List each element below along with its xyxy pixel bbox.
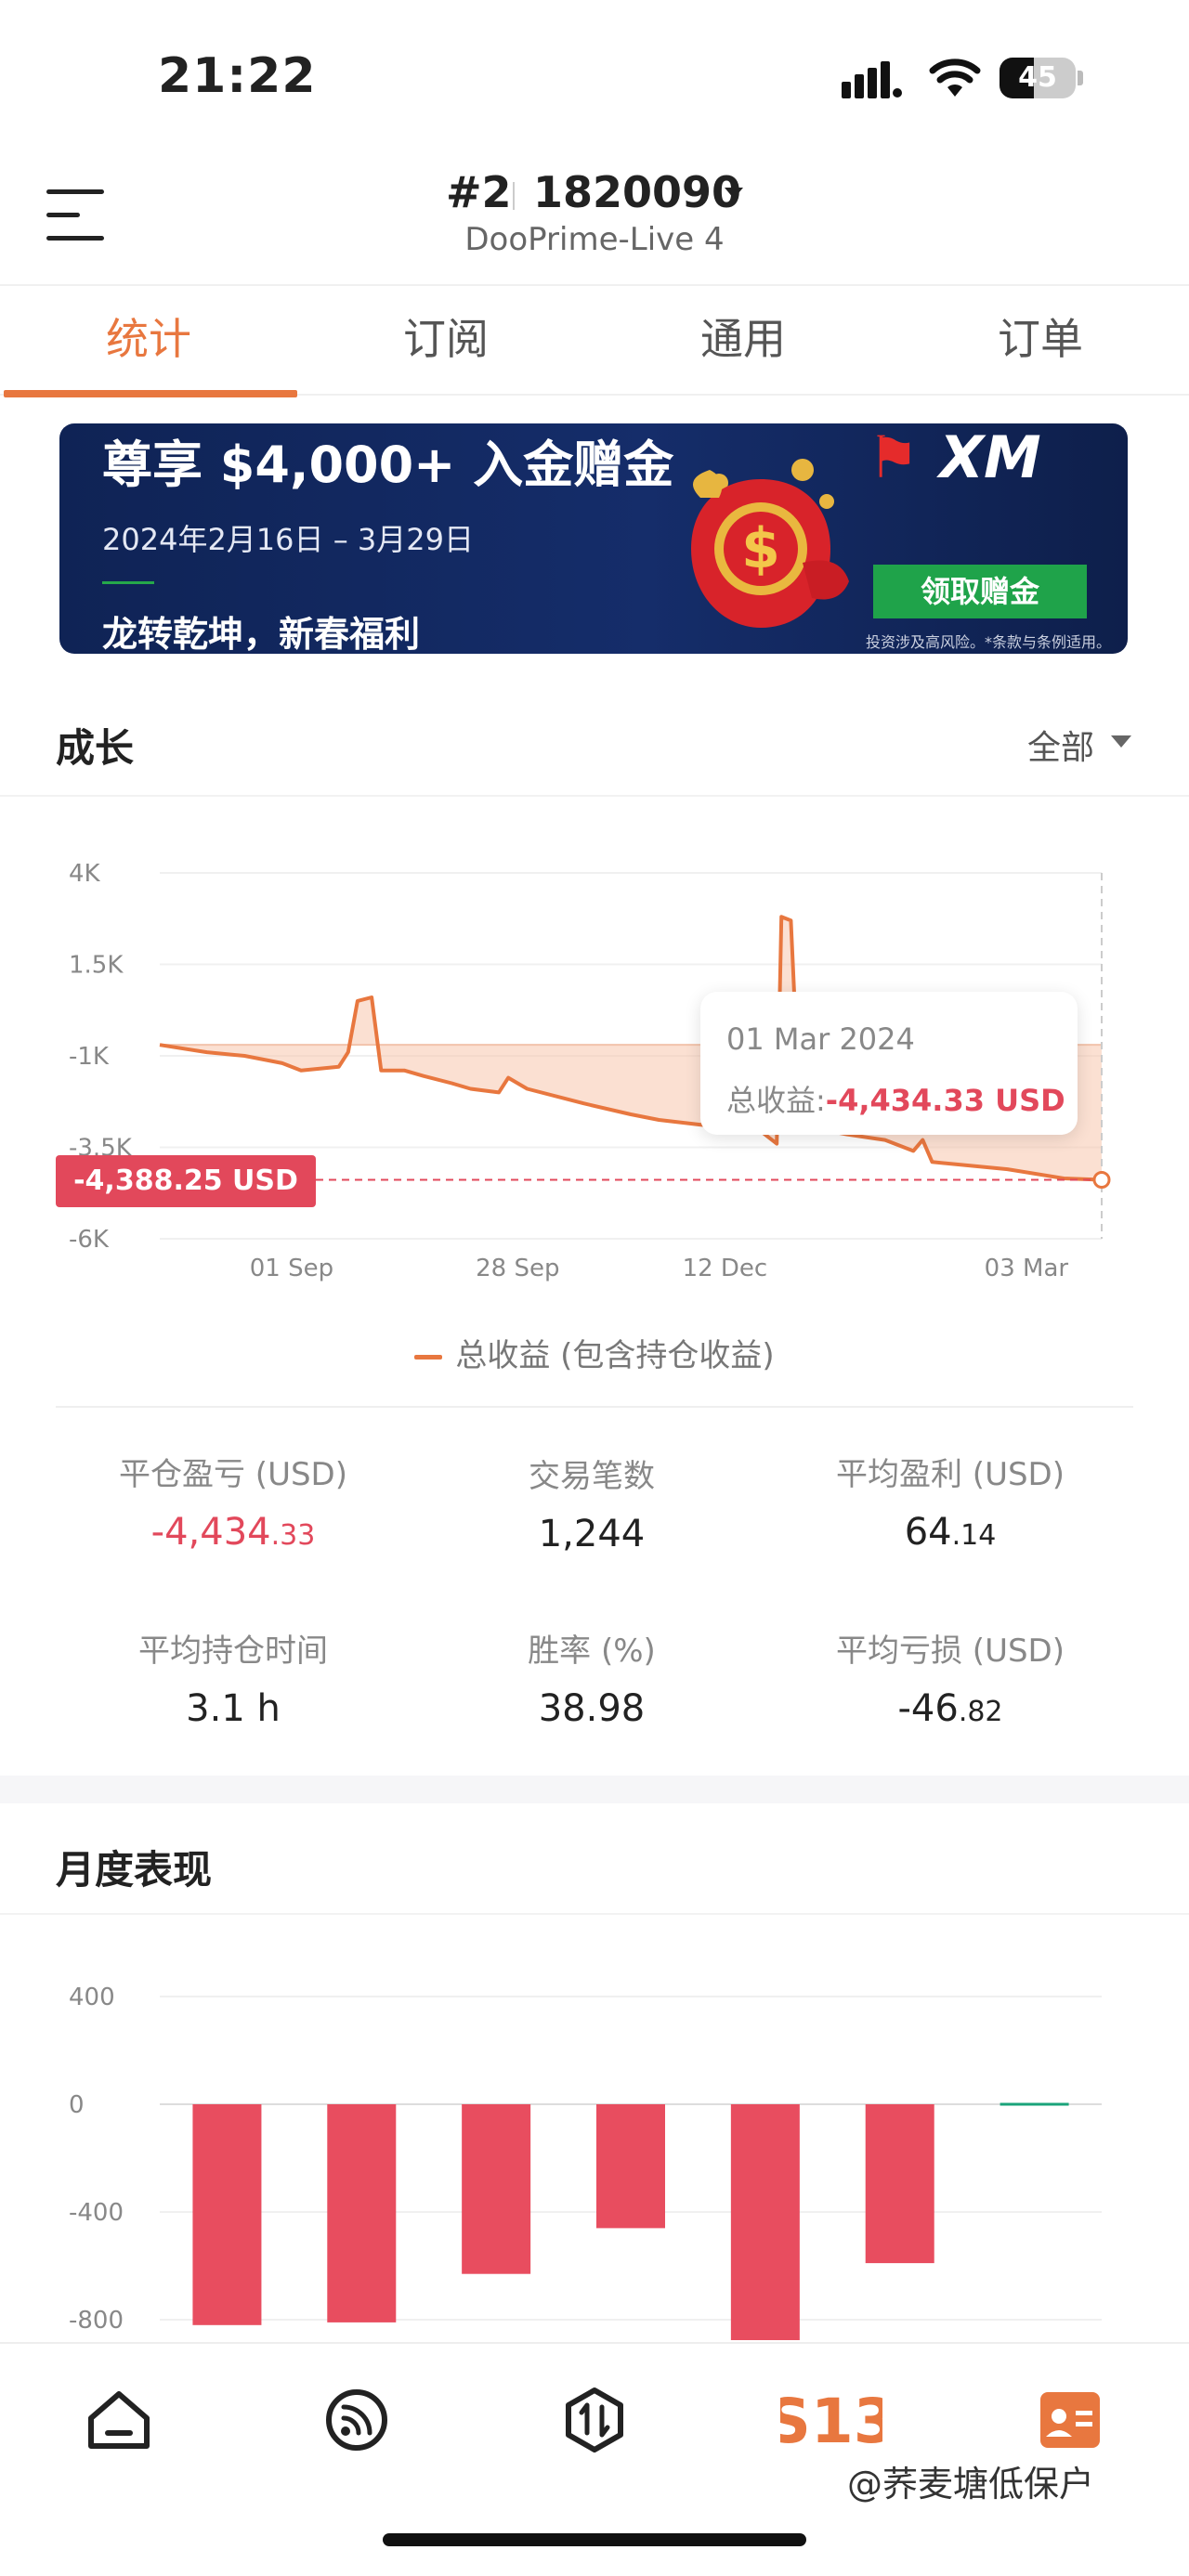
status-time: 21:22: [158, 48, 317, 104]
y-tick-label: -1K: [69, 1043, 110, 1071]
y-tick-label: -400: [69, 2199, 124, 2227]
battery-level: 45: [1018, 61, 1057, 94]
stat-label: 胜率 (%): [528, 1633, 656, 1670]
svg-text:$: $: [741, 516, 780, 581]
y-tick-label: -6K: [69, 1226, 110, 1254]
menu-icon[interactable]: [46, 189, 104, 241]
divider: [56, 1406, 1133, 1408]
y-tick-label: 0: [69, 2091, 85, 2119]
banner-dates: 2024年2月16日 – 3月29日: [102, 522, 474, 557]
tooltip-value: -4,434.33 USD: [825, 1083, 1065, 1118]
stat-value: 64.14: [904, 1511, 997, 1554]
stat-label: 平均盈利 (USD): [836, 1456, 1065, 1493]
wifi-icon: [929, 59, 981, 97]
y-tick-label: 400: [69, 1984, 115, 2011]
home-indicator[interactable]: [383, 2533, 806, 2546]
banner-title: 尊享 $4,000+ 入金赠金: [102, 436, 674, 494]
battery-tip: [1078, 71, 1083, 85]
stat-value: 1,244: [538, 1513, 646, 1555]
stat-value: 38.98: [538, 1687, 646, 1730]
stat-avg-hold: 平均持仓时间 3.1 h: [54, 1625, 412, 1730]
y-tick-label: 1.5K: [69, 952, 124, 980]
legend-swatch: [414, 1355, 443, 1360]
month-bar: [192, 2104, 262, 2325]
section-gap: [0, 1776, 1189, 1803]
banner-slogan: 龙转乾坤，新春福利: [102, 614, 421, 654]
brand-name: XM: [939, 423, 1041, 491]
battery-icon: 45: [1000, 58, 1076, 98]
account-dropdown-icon[interactable]: [725, 188, 743, 199]
tab-subscribe[interactable]: 订阅: [297, 286, 594, 397]
stat-label: 交易笔数: [529, 1458, 655, 1495]
tab-general[interactable]: 通用: [594, 286, 892, 397]
month-bar: [327, 2104, 397, 2322]
tab-stats[interactable]: 统计: [0, 286, 297, 397]
xm-logo: ⚑ XM: [868, 423, 1041, 491]
growth-header: [0, 685, 1189, 797]
account-number[interactable]: #2: [446, 167, 512, 217]
legend-label: 总收益 (包含持仓收益): [455, 1337, 775, 1374]
tab-bar: 统计 订阅 通用 订单: [0, 284, 1189, 397]
month-bar: [462, 2104, 531, 2274]
tab-orders[interactable]: 订单: [892, 286, 1189, 397]
tooltip-date: 01 Mar 2024: [726, 1021, 915, 1057]
x-tick-label: 03 Mar: [985, 1255, 1069, 1282]
account-separator: [513, 182, 515, 210]
x-tick-label: 01 Sep: [250, 1255, 333, 1282]
banner-disclaimer: 投资涉及高风险。*条款与条例适用。: [865, 633, 1111, 651]
dragon-coin-icon: $: [691, 459, 849, 628]
stat-trades: 交易笔数 1,244: [412, 1451, 771, 1555]
account-id[interactable]: 1820090: [533, 167, 741, 217]
stat-win-rate: 胜率 (%) 38.98: [412, 1625, 771, 1730]
chart-legend[interactable]: 总收益 (包含持仓收益): [0, 1330, 1189, 1375]
stat-value: 3.1 h: [186, 1687, 281, 1730]
y-tick-label: 4K: [69, 860, 101, 888]
profile-card-icon[interactable]: [1035, 2385, 1105, 2455]
svg-text:S13: S13: [780, 2386, 882, 2455]
s13-logo-icon[interactable]: S13: [780, 2385, 882, 2455]
banner-divider: [102, 581, 154, 584]
stat-avg-profit: 平均盈利 (USD) 64.14: [771, 1449, 1130, 1554]
chevron-down-icon[interactable]: [1111, 735, 1131, 748]
month-bar: [596, 2104, 665, 2229]
cellular-signal-icon: [842, 61, 902, 98]
feed-icon[interactable]: [321, 2385, 392, 2455]
stat-label: 平仓盈亏 (USD): [119, 1456, 347, 1493]
claim-bonus-button[interactable]: 领取赠金: [873, 565, 1087, 618]
x-tick-label: 28 Sep: [476, 1255, 559, 1282]
current-value-tag: -4,388.25 USD: [56, 1155, 316, 1207]
range-select[interactable]: 全部: [1027, 721, 1094, 769]
month-bar: [865, 2104, 934, 2264]
account-server: DooPrime-Live 4: [464, 221, 725, 258]
monthly-title: 月度表现: [56, 1847, 213, 1893]
watermark: @荞麦塘低保户: [847, 2464, 1095, 2504]
stat-value: -4,434.33: [150, 1511, 316, 1554]
tooltip-label: 总收益:: [726, 1083, 826, 1118]
stat-label: 平均持仓时间: [138, 1633, 328, 1670]
home-icon[interactable]: [84, 2385, 154, 2455]
stat-label: 平均亏损 (USD): [836, 1633, 1065, 1670]
y-tick-label: -800: [69, 2307, 124, 2335]
promo-banner[interactable]: 尊享 $4,000+ 入金赠金 2024年2月16日 – 3月29日 龙转乾坤，…: [59, 423, 1128, 654]
monthly-chart[interactable]: 400 0 -400 -800: [0, 1913, 1189, 2340]
growth-title: 成长: [56, 725, 135, 771]
x-tick-label: 12 Dec: [683, 1255, 768, 1282]
chart-tooltip: 01 Mar 2024 总收益:-4,434.33 USD: [700, 992, 1078, 1135]
stat-avg-loss: 平均亏损 (USD) -46.82: [771, 1625, 1130, 1730]
month-bar: [730, 2104, 800, 2340]
trade-icon[interactable]: [559, 2385, 630, 2455]
stat-closed-pl: 平仓盈亏 (USD) -4,434.33: [54, 1449, 412, 1554]
current-point: [1092, 1170, 1111, 1189]
stat-value: -46.82: [897, 1687, 1003, 1730]
